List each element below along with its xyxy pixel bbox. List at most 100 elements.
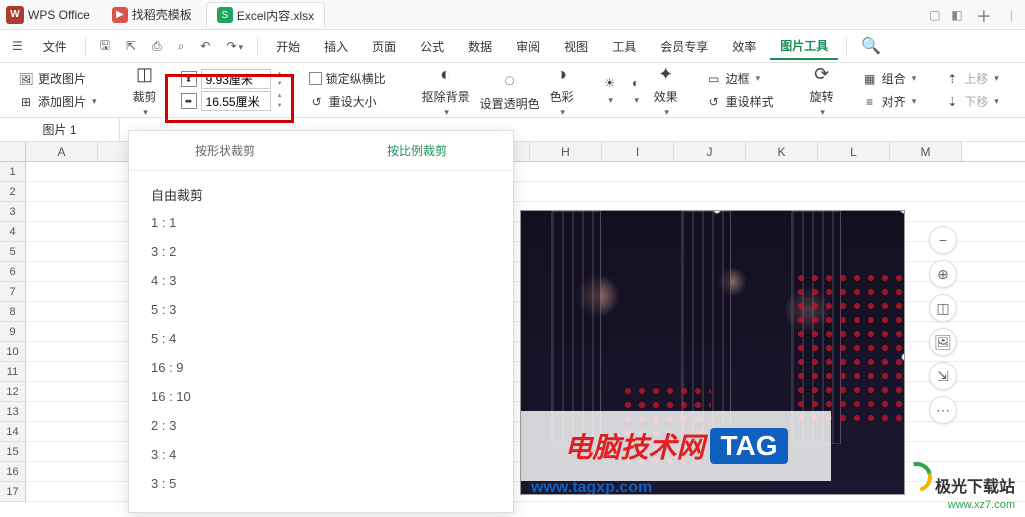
crop-ratio-item[interactable]: 3 : 2: [151, 237, 491, 266]
tab-restore-icon[interactable]: ◧: [950, 8, 964, 22]
col-header[interactable]: A: [26, 142, 98, 161]
crop-ratio-item[interactable]: 5 : 4: [151, 324, 491, 353]
selection-handle[interactable]: [901, 353, 905, 361]
col-header[interactable]: H: [530, 142, 602, 161]
col-header[interactable]: L: [818, 142, 890, 161]
menu-view[interactable]: 视图: [554, 34, 598, 59]
lock-ratio-checkbox[interactable]: 锁定纵横比: [305, 68, 390, 89]
menu-review[interactable]: 审阅: [506, 34, 550, 59]
contrast-button[interactable]: ◐: [624, 73, 648, 108]
row-header[interactable]: 2: [0, 182, 26, 202]
tab-template[interactable]: ▶ 找稻壳模板: [102, 2, 202, 28]
border-button[interactable]: ▭边框: [702, 68, 778, 89]
add-tab-button[interactable]: ＋: [968, 3, 1000, 27]
label: 组合: [882, 70, 906, 87]
crop-ratio-item[interactable]: 1 : 1: [151, 208, 491, 237]
menu-data[interactable]: 数据: [458, 34, 502, 59]
save-icon[interactable]: 🖫: [94, 32, 116, 61]
row-header[interactable]: 3: [0, 202, 26, 222]
row-header[interactable]: 7: [0, 282, 26, 302]
col-header[interactable]: K: [746, 142, 818, 161]
row-header[interactable]: 1: [0, 162, 26, 182]
width-spinner[interactable]: ▲▼: [275, 91, 285, 111]
replace-tool-button[interactable]: 🖼: [929, 328, 957, 356]
undo-icon[interactable]: ↶: [194, 35, 216, 57]
picture-height-input[interactable]: [201, 69, 271, 89]
print-icon[interactable]: ⎙: [146, 35, 168, 58]
tab-excel-file[interactable]: S Excel内容.xlsx: [206, 2, 325, 28]
row-header[interactable]: 16: [0, 462, 26, 482]
corner-watermark: 极光下载站 www.xz7.com: [902, 462, 1015, 511]
col-header[interactable]: M: [890, 142, 962, 161]
crop-ratio-item[interactable]: 4 : 3: [151, 266, 491, 295]
reset-size-button[interactable]: ↺重设大小: [305, 91, 390, 112]
inserted-picture[interactable]: 电脑技术网 TAG www.tagxp.com: [520, 210, 905, 495]
menu-icon[interactable]: ☰: [6, 35, 29, 57]
group-button[interactable]: ▦组合: [858, 68, 921, 89]
reset-style-button[interactable]: ↺重设样式: [702, 91, 778, 112]
menu-efficiency[interactable]: 效率: [722, 34, 766, 59]
move-down-button[interactable]: ⇣下移: [940, 91, 1003, 112]
export-icon[interactable]: ⇱: [120, 35, 142, 57]
row-header[interactable]: 12: [0, 382, 26, 402]
row-header[interactable]: 17: [0, 482, 26, 502]
crop-ratio-item[interactable]: 16 : 9: [151, 353, 491, 382]
row-header[interactable]: 6: [0, 262, 26, 282]
crop-ratio-item[interactable]: 3 : 4: [151, 440, 491, 469]
preview-icon[interactable]: ⌕: [172, 35, 191, 58]
app-name: WPS Office: [28, 8, 90, 22]
menu-insert[interactable]: 插入: [314, 34, 358, 59]
move-up-button[interactable]: ⇡上移: [940, 68, 1003, 89]
align-button[interactable]: ≡对齐: [858, 91, 921, 112]
menu-picture-tools[interactable]: 图片工具: [770, 33, 838, 60]
row-header[interactable]: 5: [0, 242, 26, 262]
effect-button[interactable]: ✦效果: [650, 60, 682, 120]
row-header[interactable]: 13: [0, 402, 26, 422]
row-header[interactable]: 9: [0, 322, 26, 342]
row-header[interactable]: 10: [0, 342, 26, 362]
color-icon: ◑: [550, 62, 574, 86]
crop-ratio-item[interactable]: 3 : 5: [151, 469, 491, 498]
file-menu[interactable]: 文件: [33, 34, 77, 59]
col-header[interactable]: I: [602, 142, 674, 161]
menu-start[interactable]: 开始: [266, 34, 310, 59]
crop-ratio-item[interactable]: 5 : 3: [151, 295, 491, 324]
set-transparent-button[interactable]: ◌设置透明色: [476, 67, 544, 114]
export-tool-button[interactable]: ⇲: [929, 362, 957, 390]
row-header[interactable]: 4: [0, 222, 26, 242]
crop-tab-ratio[interactable]: 按比例裁剪: [321, 131, 513, 170]
row-header[interactable]: 14: [0, 422, 26, 442]
row-header[interactable]: 8: [0, 302, 26, 322]
menu-member[interactable]: 会员专享: [650, 34, 718, 59]
add-picture-button[interactable]: ⊞添加图片: [14, 91, 101, 112]
crop-ratio-item[interactable]: 2 : 3: [151, 411, 491, 440]
tab-template-icon: ▶: [112, 7, 128, 23]
row-header[interactable]: 11: [0, 362, 26, 382]
height-spinner[interactable]: ▲▼: [275, 69, 285, 89]
crop-tool-button[interactable]: ◫: [929, 294, 957, 322]
corner-logo-icon: [896, 457, 937, 498]
minus-button[interactable]: −: [929, 226, 957, 254]
crop-tab-shape[interactable]: 按形状裁剪: [129, 131, 321, 170]
crop-button[interactable]: ◫裁剪: [129, 60, 161, 120]
remove-background-button[interactable]: ◐抠除背景: [418, 60, 474, 120]
picture-width-input[interactable]: [201, 91, 271, 111]
brightness-button[interactable]: ☀: [598, 73, 622, 108]
crop-ratio-item[interactable]: 16 : 10: [151, 382, 491, 411]
crop-free-label[interactable]: 自由裁剪: [151, 185, 491, 204]
color-button[interactable]: ◑色彩: [546, 60, 578, 120]
row-header[interactable]: 15: [0, 442, 26, 462]
search-icon[interactable]: 🔍: [855, 32, 887, 60]
change-picture-button[interactable]: 🖼更改图片: [14, 68, 101, 89]
col-header[interactable]: J: [674, 142, 746, 161]
menu-tools[interactable]: 工具: [602, 34, 646, 59]
zoom-button[interactable]: ⊕: [929, 260, 957, 288]
rotate-button[interactable]: ⟳旋转: [806, 60, 838, 120]
tab-minimize-icon[interactable]: ▢: [928, 8, 942, 22]
name-box[interactable]: 图片 1: [0, 118, 120, 141]
menu-page[interactable]: 页面: [362, 34, 406, 59]
select-all-corner[interactable]: [0, 142, 26, 161]
more-tool-button[interactable]: ⋯: [929, 396, 957, 424]
menu-formula[interactable]: 公式: [410, 34, 454, 59]
redo-icon[interactable]: ↷: [220, 35, 249, 57]
